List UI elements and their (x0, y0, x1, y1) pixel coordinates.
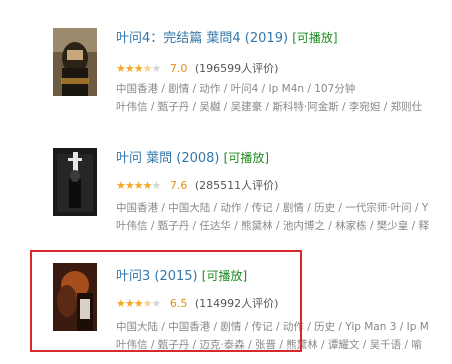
movie-title-link[interactable]: 叶问 葉問 (2008) (116, 151, 220, 166)
poster-ip-man-4 (53, 28, 97, 96)
rating-row: ★★★★★ 7.6 (285511人评价) (116, 178, 278, 194)
rating-score: 7.0 (169, 62, 188, 75)
poster-image[interactable] (53, 148, 97, 216)
movie-title-link[interactable]: 叶问4：完结篇 葉問4 (2019) (116, 31, 288, 46)
rating-votes: (196599人评价) (194, 62, 279, 75)
playable-tag[interactable]: [可播放] (224, 151, 269, 165)
highlight-annotation-box (30, 250, 302, 352)
rating-stars: ★★★★★ (116, 62, 161, 75)
poster-ip-man (53, 148, 97, 216)
cast-list: 叶伟信 / 甄子丹 / 吴樾 / 吴建豪 / 斯科特·阿金斯 / 李宛妲 / 郑… (116, 101, 423, 113)
rating-stars: ★★★★★ (116, 179, 161, 192)
meta-tags: 中国香港 / 中国大陆 / 动作 / 传记 / 剧情 / 历史 / 一代宗师·叶… (116, 202, 429, 214)
result-item-ip-man-4: 叶问4：完结篇 葉問4 (2019) [可播放] ★★★★★ 7.0 (1965… (0, 24, 452, 124)
poster-image[interactable] (53, 28, 97, 96)
cast-list: 叶伟信 / 甄子丹 / 任达华 / 熊黛林 / 池内博之 / 林家栋 / 樊少皇… (116, 220, 429, 232)
playable-tag[interactable]: [可播放] (292, 31, 337, 45)
rating-score: 7.6 (169, 179, 188, 192)
meta-tags: 中国香港 / 剧情 / 动作 / 叶问4 / Ip M4n / 107分钟 (116, 83, 356, 95)
title-row: 叶问 葉問 (2008) [可播放] (116, 149, 269, 167)
rating-row: ★★★★★ 7.0 (196599人评价) (116, 61, 278, 77)
result-item-ip-man: 叶问 葉問 (2008) [可播放] ★★★★★ 7.6 (285511人评价)… (0, 144, 452, 244)
rating-votes: (285511人评价) (194, 179, 279, 192)
title-row: 叶问4：完结篇 葉問4 (2019) [可播放] (116, 29, 338, 47)
